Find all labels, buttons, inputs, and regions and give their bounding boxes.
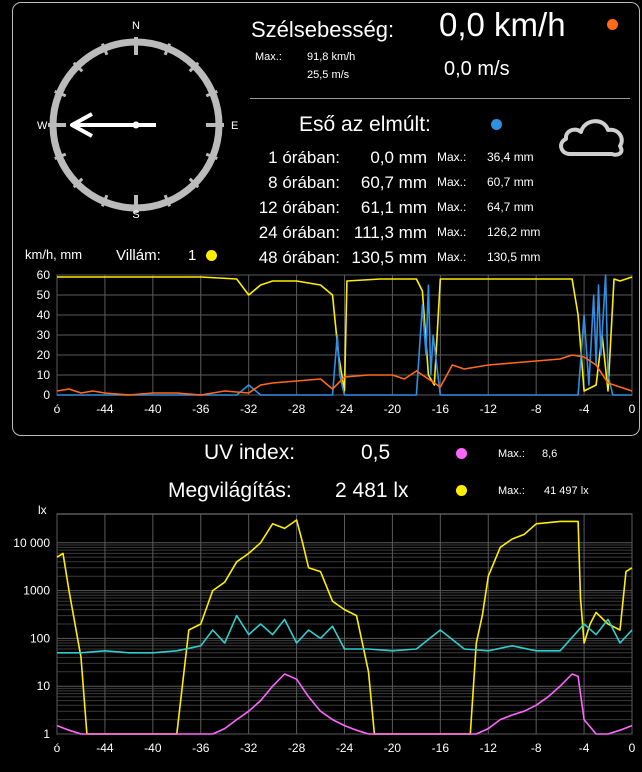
x-tick-label: -12 (480, 741, 498, 755)
rain-row-max: 60,7 mm (487, 175, 534, 189)
rain-row-period: 1 órában: (268, 148, 340, 167)
x-tick-label: -20 (384, 741, 402, 755)
rain-row-max-label: Max.: (437, 225, 467, 239)
uv-value: 0,5 (361, 441, 391, 464)
y-tick-label: 0 (43, 388, 50, 402)
x-tick-label: -28 (288, 741, 306, 755)
rain-row-max-label: Max.: (437, 175, 467, 189)
x-tick-label: 0 (629, 741, 636, 755)
x-tick-label: -32 (240, 402, 258, 416)
uv-color-dot (456, 448, 467, 459)
x-tick-label: -4 (579, 402, 590, 416)
x-tick-label: -44 (96, 741, 114, 755)
wind-speed-ms: 0,0 m/s (444, 58, 510, 80)
lux-value: 2 481 lx (335, 479, 409, 502)
x-tick-label: -36 (192, 741, 210, 755)
lux-label: Megvilágítás: (168, 479, 292, 502)
wind-rain-chart: 0102030405060ó -44 -40 -36 -32 -28 -24 -20 -16 -1… (37, 268, 636, 416)
x-tick-label: -40 (144, 402, 162, 416)
rain-row-period: 8 órában: (268, 173, 340, 192)
rain-row-value: 60,7 mm (360, 173, 427, 192)
wind-max-kmh: 91,8 km/h (307, 51, 356, 63)
rain-row-max: 64,7 mm (487, 200, 534, 214)
y-tick-label: 40 (37, 308, 51, 322)
rain-row-value: 111,3 mm (353, 223, 427, 242)
divider (250, 98, 630, 99)
x-tick-label: -28 (288, 402, 306, 416)
rain-color-dot (491, 119, 502, 130)
x-tick-label: -16 (432, 402, 450, 416)
compass-w: W (37, 120, 48, 132)
x-tick-label: 0 (629, 402, 636, 416)
lux-color-dot (456, 485, 467, 496)
x-tick-label: -44 (96, 402, 114, 416)
uv-max: 8,6 (542, 448, 558, 460)
rain-row-period: 12 órában: (258, 198, 340, 217)
y-tick-label: 20 (37, 348, 51, 362)
x-tick-label: -12 (480, 402, 498, 416)
rain-title: Eső az elmúlt: (299, 113, 431, 136)
compass-n: N (132, 20, 140, 32)
wind-speed-kmh: 0,0 km/h (439, 6, 566, 43)
x-tick-label: -24 (336, 741, 354, 755)
lightning-color-dot (206, 250, 217, 261)
compass-s: S (132, 209, 139, 221)
rain-row-max-label: Max.: (437, 200, 467, 214)
compass-e: E (231, 120, 238, 132)
y-tick-label: 30 (37, 328, 51, 342)
y-tick-label: 50 (37, 288, 51, 302)
rain-row-period: 24 órában: (258, 223, 340, 242)
x-tick-label: -40 (144, 741, 162, 755)
uv-lux-chart: 110100100010 000ó -44 -40 -36 -32 -28 -24 -20 -1… (13, 513, 636, 755)
wind-color-dot (607, 19, 618, 30)
rain-row-max-label: Max.: (437, 150, 467, 164)
y-tick-label: 10 (37, 679, 51, 693)
uv-label: UV index: (204, 441, 296, 464)
cloud-icon (559, 119, 624, 157)
x-tick-label: -16 (432, 741, 450, 755)
wind-max-ms: 25,5 m/s (307, 69, 350, 81)
x-tick-label: -32 (240, 741, 258, 755)
x-tick-label: ó (54, 402, 61, 416)
x-tick-label: -24 (336, 402, 354, 416)
uv-max-label: Max.: (498, 448, 525, 460)
y-tick-label: 10 (37, 368, 51, 382)
y-tick-label: 1000 (23, 584, 50, 598)
y-tick-label: 1 (43, 727, 50, 741)
rain-row-value: 61,1 mm (360, 198, 427, 217)
x-tick-label: -4 (579, 741, 590, 755)
x-tick-label: -8 (531, 741, 542, 755)
chart1-unit: km/h, mm (25, 247, 83, 262)
lux-max-label: Max.: (498, 485, 525, 497)
y-tick-label: 100 (30, 631, 50, 645)
rain-row-max: 36,4 mm (487, 150, 534, 164)
x-tick-label: -36 (192, 402, 210, 416)
x-tick-label: -8 (531, 402, 542, 416)
compass: N S W E (37, 20, 238, 221)
lux-max: 41 497 lx (544, 485, 589, 497)
y-tick-label: 60 (37, 268, 51, 282)
x-tick-label: ó (54, 741, 61, 755)
wind-title: Szélsebesség: (251, 17, 395, 42)
y-tick-label: 10 000 (13, 536, 50, 550)
rain-row-max: 126,2 mm (487, 225, 541, 239)
rain-row-value: 0,0 mm (370, 148, 427, 167)
wind-max-label: Max.: (255, 51, 282, 63)
compass-dial-icon (48, 37, 224, 213)
x-tick-label: -20 (384, 402, 402, 416)
